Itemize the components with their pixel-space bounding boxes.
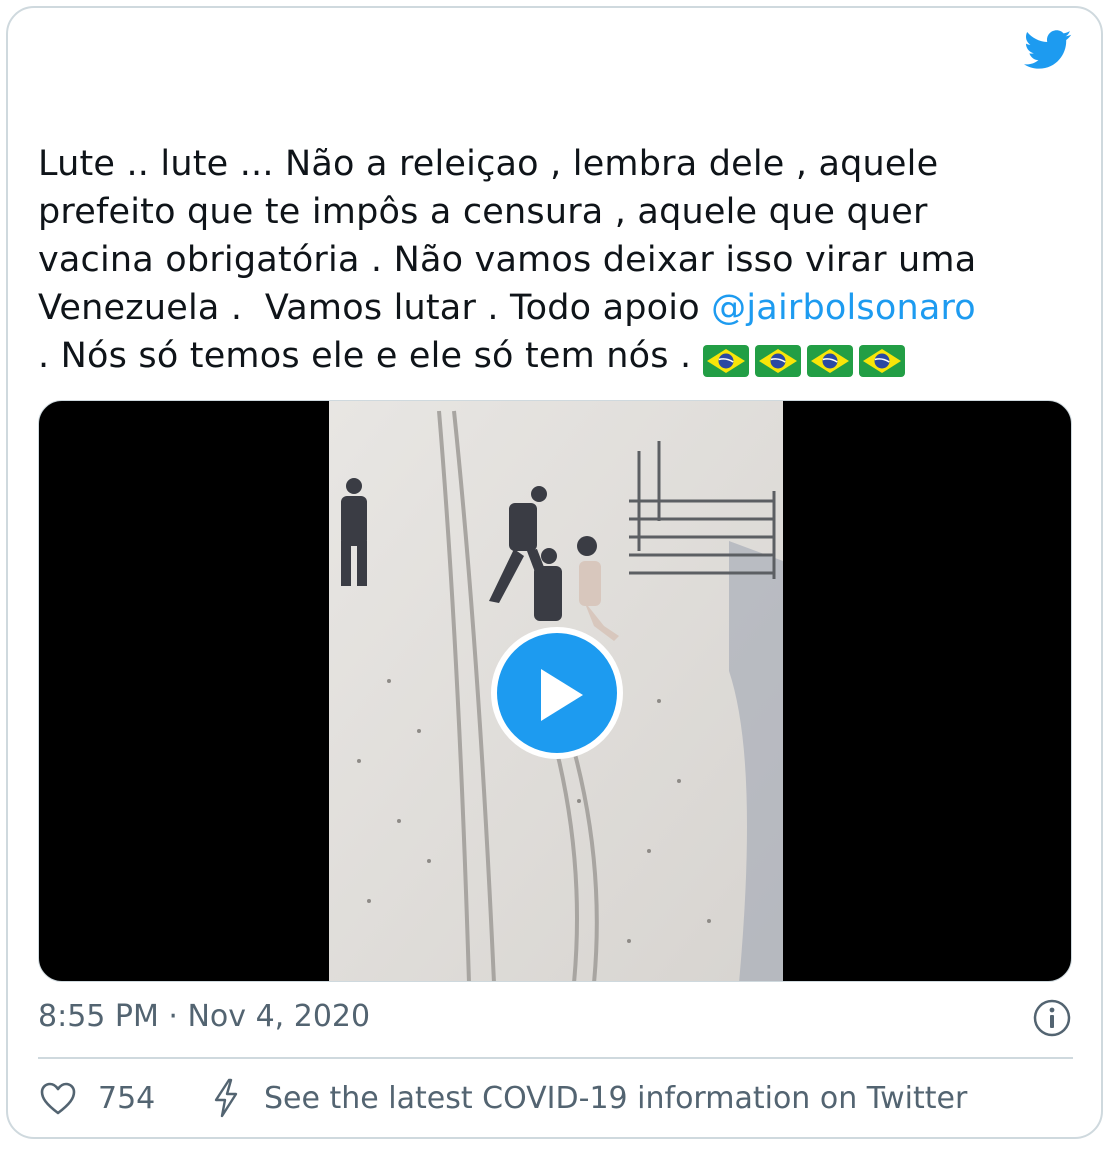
tweet-text-line: prefeito que te impôs a censura , aquele… bbox=[38, 192, 928, 232]
heart-icon[interactable] bbox=[40, 1082, 76, 1116]
play-icon bbox=[541, 669, 583, 721]
covid-info-link[interactable]: See the latest COVID-19 information on T… bbox=[264, 1078, 967, 1120]
flag-emojis bbox=[702, 336, 911, 384]
like-count: 754 bbox=[98, 1081, 156, 1116]
play-button[interactable] bbox=[491, 627, 623, 759]
tweet-text-line: . Nós só temos ele e ele só tem nós . bbox=[38, 332, 1078, 384]
twitter-bird-icon[interactable] bbox=[1024, 30, 1072, 70]
brazil-flag-icon bbox=[702, 345, 749, 377]
divider bbox=[38, 1057, 1073, 1059]
tweet-text-fragment: Venezuela . Vamos lutar . Todo apoio bbox=[38, 288, 712, 328]
tweet-text: Lute .. lute ... Não a releiçao , lembra… bbox=[38, 140, 1078, 384]
brazil-flag-icon bbox=[806, 345, 853, 377]
tweet-text-line: vacina obrigatória . Não vamos deixar is… bbox=[38, 240, 977, 280]
bolt-icon[interactable] bbox=[210, 1078, 242, 1118]
video-player[interactable] bbox=[38, 400, 1072, 982]
tweet-text-line: Lute .. lute ... Não a releiçao , lembra… bbox=[38, 144, 939, 184]
brazil-flag-icon bbox=[754, 345, 801, 377]
brazil-flag-icon bbox=[858, 345, 905, 377]
info-icon[interactable] bbox=[1032, 998, 1072, 1038]
tweet-text-line: Venezuela . Vamos lutar . Todo apoio @ja… bbox=[38, 284, 1078, 332]
tweet-text-fragment: . Nós só temos ele e ele só tem nós . bbox=[38, 336, 703, 376]
mention-link[interactable]: @jairbolsonaro bbox=[711, 288, 976, 328]
tweet-timestamp[interactable]: 8:55 PM · Nov 4, 2020 bbox=[38, 996, 370, 1038]
